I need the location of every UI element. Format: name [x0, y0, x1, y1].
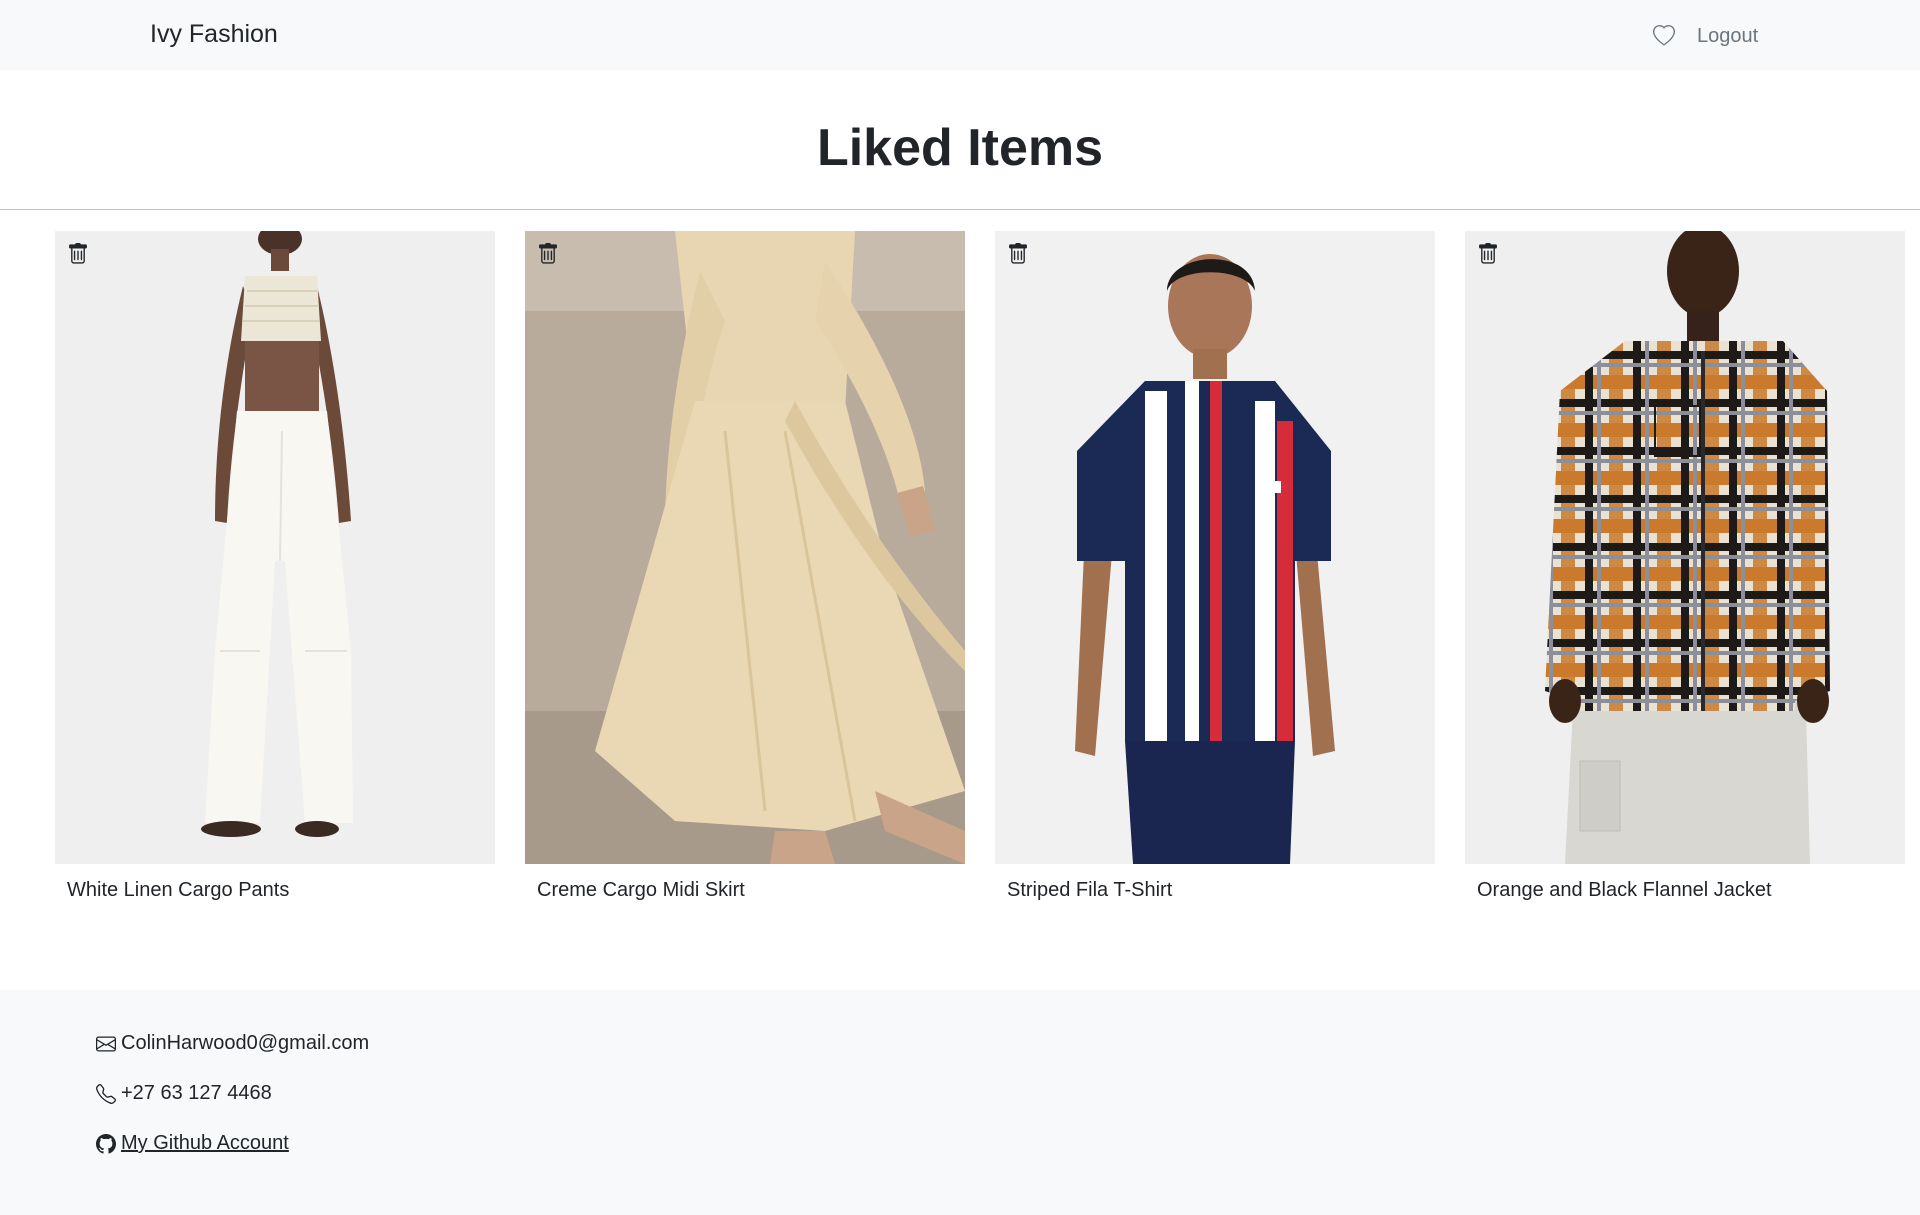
product-photo-skirt [525, 231, 965, 864]
email-text: ColinHarwood0@gmail.com [121, 1032, 370, 1054]
github-link[interactable]: My Github Account [121, 1132, 289, 1155]
heart-icon[interactable] [1652, 24, 1676, 48]
footer-github: My Github Account [95, 1132, 289, 1155]
trash-icon[interactable] [537, 243, 561, 267]
phone-text: +27 63 127 4468 [121, 1082, 272, 1104]
page-title: Liked Items [816, 119, 1104, 177]
liked-item-card[interactable]: Orange and Black Flannel Jacket [1465, 231, 1905, 901]
navbar: Ivy Fashion Logout [0, 0, 1920, 70]
trash-icon[interactable] [67, 243, 91, 267]
liked-item-card[interactable]: White Linen Cargo Pants [55, 231, 495, 901]
product-name[interactable]: Striped Fila T-Shirt [1007, 879, 1172, 902]
envelope-icon [95, 1033, 117, 1055]
product-image[interactable] [55, 231, 495, 864]
product-name[interactable]: White Linen Cargo Pants [67, 879, 289, 902]
product-photo-pants [55, 231, 495, 864]
product-name[interactable]: Creme Cargo Midi Skirt [537, 879, 745, 902]
logout-link[interactable]: Logout [1697, 25, 1758, 48]
product-image[interactable] [995, 231, 1435, 864]
liked-item-card[interactable]: Creme Cargo Midi Skirt [525, 231, 965, 901]
product-image[interactable] [1465, 231, 1905, 864]
trash-icon[interactable] [1477, 243, 1501, 267]
product-photo-tshirt [995, 231, 1435, 864]
liked-item-card[interactable]: Striped Fila T-Shirt [995, 231, 1435, 901]
footer-phone: +27 63 127 4468 [95, 1082, 272, 1105]
phone-icon [95, 1083, 117, 1105]
product-image[interactable] [525, 231, 965, 864]
title-divider [0, 209, 1920, 210]
trash-icon[interactable] [1007, 243, 1031, 267]
product-photo-jacket [1465, 231, 1905, 864]
nav-actions: Logout [1652, 24, 1758, 48]
product-name[interactable]: Orange and Black Flannel Jacket [1477, 879, 1772, 902]
github-icon [95, 1133, 117, 1155]
brand-link[interactable]: Ivy Fashion [150, 20, 278, 49]
footer-email: ColinHarwood0@gmail.com [95, 1032, 369, 1055]
footer: ColinHarwood0@gmail.com +27 63 127 4468 … [0, 990, 1920, 1215]
